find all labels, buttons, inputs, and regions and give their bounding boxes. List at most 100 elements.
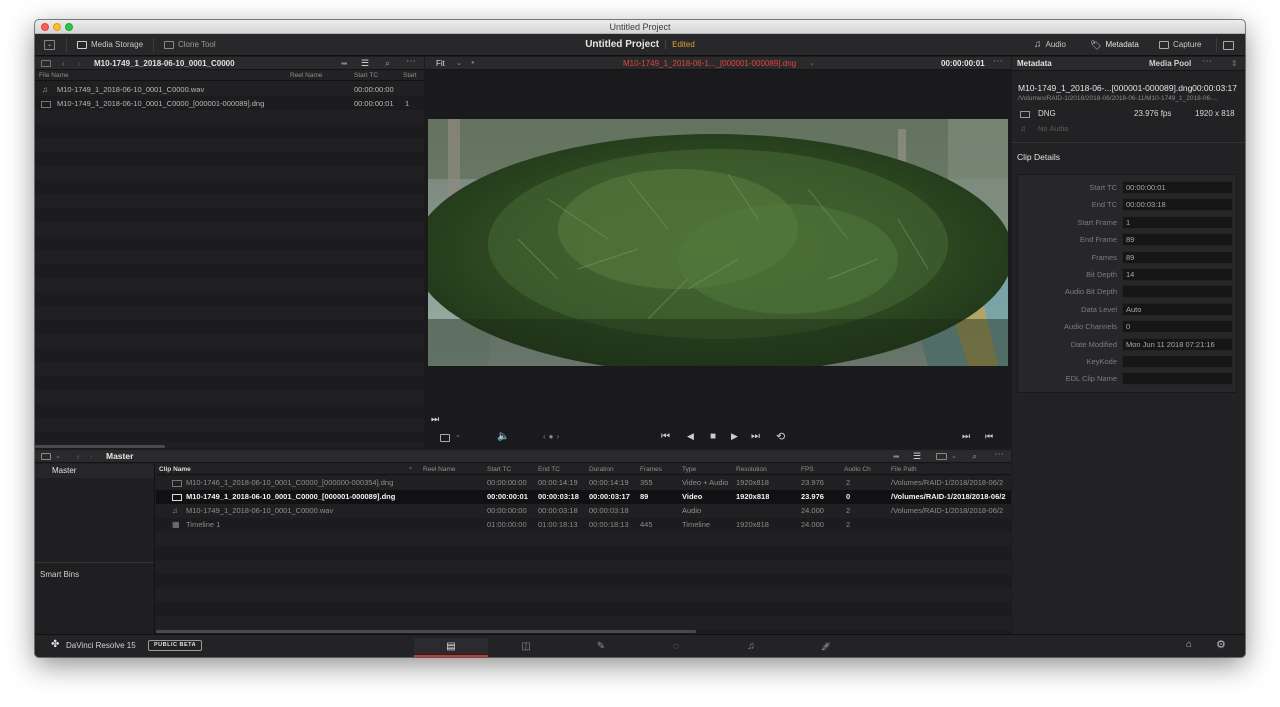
display-mode-icon[interactable] [936,453,947,460]
bin-list-toggle-icon[interactable] [41,453,51,460]
tab-metadata[interactable]: Metadata [1017,57,1052,71]
minimize-window-button[interactable] [53,23,61,31]
clip-row[interactable]: M10-1746_1_2018-06-10_0001_C0000_[000000… [156,476,1011,490]
loop-icon[interactable]: ⟲ [776,430,785,443]
col-frames[interactable]: Frames [640,464,662,475]
audio-panel-button[interactable]: ♫ Audio [1034,38,1066,52]
col-clip-name[interactable]: Clip Name [159,464,191,475]
workspace-menu-button[interactable]: ⌄ [44,38,55,52]
clip-row[interactable]: ▦ Timeline 1 01:00:00:00 01:00:18:13 00:00:1… [156,518,1011,532]
smart-bins-heading[interactable]: Smart Bins [40,570,79,579]
metadata-panel-button[interactable]: 🏷 Metadata [1090,38,1139,52]
clip-detail-value[interactable]: 14 [1122,268,1233,281]
media-storage-button[interactable]: Media Storage [77,38,143,52]
clip-detail-value[interactable]: Mon Jun 11 2018 07:21:16 [1122,337,1233,351]
clip-detail-value[interactable]: 89 [1122,233,1233,247]
clip-resolution: 1920x818 [736,492,770,501]
viewer-mode-icon[interactable] [440,434,450,442]
col-end-tc[interactable]: End TC [538,464,560,475]
clip-detail-value[interactable]: Auto [1122,302,1233,316]
page-button[interactable]: ◫ [489,638,563,654]
col-fps[interactable]: FPS [801,464,814,475]
back-arrow-icon[interactable]: ‹ [62,57,65,70]
jog-control-icon[interactable]: ‹●› [543,432,562,441]
more-options-icon[interactable]: ⋯ [993,55,1003,68]
skip-to-start-marker-icon[interactable]: ⏭ [431,414,439,425]
close-window-button[interactable] [41,23,49,31]
mark-in-icon[interactable]: ⏭ [962,431,970,442]
col-reel-name[interactable]: Reel Name [290,70,323,81]
volume-icon[interactable]: 🔈 [497,431,509,442]
col-file-path[interactable]: File Path [891,464,917,475]
gear-icon[interactable]: ⚙ [1216,638,1226,651]
play-icon[interactable]: ▶ [731,431,738,442]
play-reverse-icon[interactable]: ◀ [687,431,694,442]
file-row[interactable]: ♫ M10-1749_1_2018-06-10_0001_C0000.wav 0… [35,83,424,97]
clip-type: Video + Audio [682,478,729,487]
no-audio-label: No Audio [1038,124,1069,133]
search-icon[interactable]: ⌕ [972,450,977,463]
search-icon[interactable]: ⌕ [385,57,390,70]
more-options-icon[interactable]: ⋯ [994,448,1004,461]
zoom-window-button[interactable] [65,23,73,31]
sidebar-toggle-icon[interactable] [41,60,51,67]
title-bar: Untitled Project [35,20,1245,34]
clip-detail-value[interactable]: 1 [1122,215,1233,229]
list-view-icon[interactable]: ☰ [913,450,921,463]
clip-row[interactable]: ♫ M10-1749_1_2018-06-10_0001_C0000.wav 00:… [156,504,1011,518]
viewer-clip-name[interactable]: M10-1749_1_2018-06-1..._[000001-000089].… [623,57,796,70]
horizontal-scrollbar[interactable] [35,445,165,448]
page-button[interactable]: ✎ [564,638,638,654]
clip-detail-value[interactable]: 00:00:00:01 [1122,181,1233,194]
clip-detail-row: End TC 00:00:03:18 [1018,197,1236,214]
col-resolution[interactable]: Resolution [736,464,767,475]
color-page-icon: ◌ [673,640,679,652]
sort-ascending-icon[interactable]: ^ [409,464,412,475]
clip-detail-value[interactable]: 0 [1122,320,1233,334]
skip-to-end-icon[interactable]: ⏭ [751,431,760,442]
clip-detail-value[interactable]: 89 [1122,250,1233,264]
collapse-panel-icon[interactable]: ⇕ [1231,57,1238,71]
forward-arrow-icon[interactable]: › [78,57,81,70]
clone-tool-button[interactable]: Clone Tool [164,38,216,52]
more-options-icon[interactable]: ⋯ [1202,55,1212,69]
list-view-icon[interactable]: ☰ [361,57,369,70]
chevron-down-icon: ⌄ [55,453,61,460]
page-button[interactable]: ▤ [414,638,488,657]
bin-item-master[interactable]: Master [35,464,154,478]
clip-detail-value[interactable]: 00:00:03:18 [1122,198,1233,212]
col-file-name[interactable]: File Name [39,70,69,81]
clip-detail-value[interactable] [1122,355,1233,368]
clip-name: M10-1746_1_2018-06-10_0001_C0000_[000000… [186,478,394,487]
col-start[interactable]: Start [403,70,417,81]
col-start-tc[interactable]: Start TC [354,70,378,81]
file-row[interactable]: M10-1749_1_2018-06-10_0001_C0000_[000001… [35,97,424,111]
skip-to-start-icon[interactable]: ⏮ [661,431,670,442]
col-duration[interactable]: Duration [589,464,614,475]
col-type[interactable]: Type [682,464,696,475]
clip-details-heading[interactable]: Clip Details [1017,152,1060,162]
dual-screen-button[interactable] [1223,38,1234,52]
forward-arrow-icon[interactable]: › [90,450,93,463]
horizontal-scrollbar[interactable] [156,630,696,633]
page-button[interactable]: ◌ [639,638,713,654]
clip-detail-value[interactable] [1122,372,1233,386]
col-reel-name[interactable]: Reel Name [423,464,456,475]
tab-media-pool[interactable]: Media Pool [1149,57,1191,71]
capture-panel-button[interactable]: Capture [1159,38,1201,52]
thumbnail-view-icon[interactable]: ▪▪▪ [893,450,899,463]
clip-row[interactable]: M10-1749_1_2018-06-10_0001_C0000_[000001… [156,490,1011,504]
home-icon[interactable]: ⌂ [1186,639,1192,650]
page-button[interactable]: 🚀 [789,638,863,654]
col-start-tc[interactable]: Start TC [487,464,511,475]
timeline-icon: ▦ [172,520,180,529]
page-button[interactable]: ♫ [714,638,788,654]
back-arrow-icon[interactable]: ‹ [77,450,80,463]
thumbnail-view-icon[interactable]: ▪▪▪ [341,57,347,70]
col-audio-ch[interactable]: Audio Ch [844,464,871,475]
more-options-icon[interactable]: ⋯ [406,55,416,68]
clip-detail-value[interactable] [1122,285,1233,299]
stop-icon[interactable]: ■ [710,431,716,442]
zoom-select[interactable]: Fit [436,57,445,70]
mark-out-icon[interactable]: ⏮ [985,431,993,442]
